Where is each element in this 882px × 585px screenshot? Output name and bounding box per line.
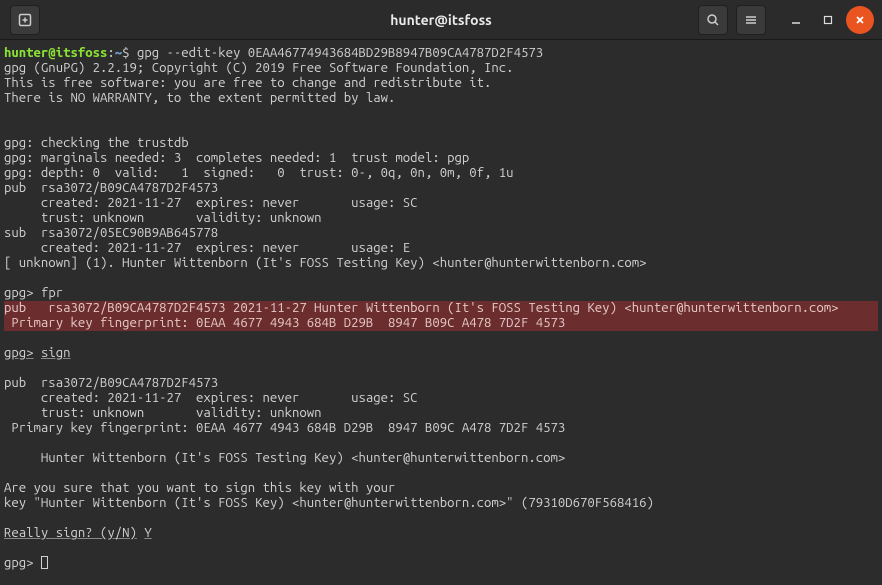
search-button[interactable] (698, 5, 728, 35)
gpg-prompt: gpg> (4, 286, 34, 300)
terminal-output[interactable]: hunter@itsfoss:~$ gpg --edit-key 0EAA467… (0, 40, 882, 577)
fpr-command: fpr (41, 286, 63, 300)
highlighted-fingerprint: Primary key fingerprint: 0EAA 4677 4943 … (4, 316, 878, 331)
cursor (41, 556, 48, 569)
gpg-prompt: gpg> (4, 556, 34, 570)
menu-button[interactable] (736, 5, 766, 35)
initial-command: gpg --edit-key 0EAA46774943684BD29B8947B… (137, 46, 543, 60)
gpg-version-line: gpg (GnuPG) 2.2.19; Copyright (C) 2019 F… (4, 61, 514, 75)
new-tab-button[interactable] (10, 5, 40, 35)
sign-answer: Y (144, 526, 151, 540)
gpg-prompt: gpg> (4, 346, 34, 360)
maximize-button[interactable] (814, 6, 842, 34)
prompt-userhost: hunter@itsfoss (4, 46, 107, 60)
highlighted-pub: pub rsa3072/B09CA4787D2F4573 2021-11-27 … (4, 301, 878, 316)
sign-command: sign (41, 346, 71, 360)
minimize-button[interactable] (782, 6, 810, 34)
close-button[interactable] (846, 6, 874, 34)
really-sign-prompt: Really sign? (y/N) (4, 526, 137, 540)
titlebar: hunter@itsfoss (0, 0, 882, 40)
